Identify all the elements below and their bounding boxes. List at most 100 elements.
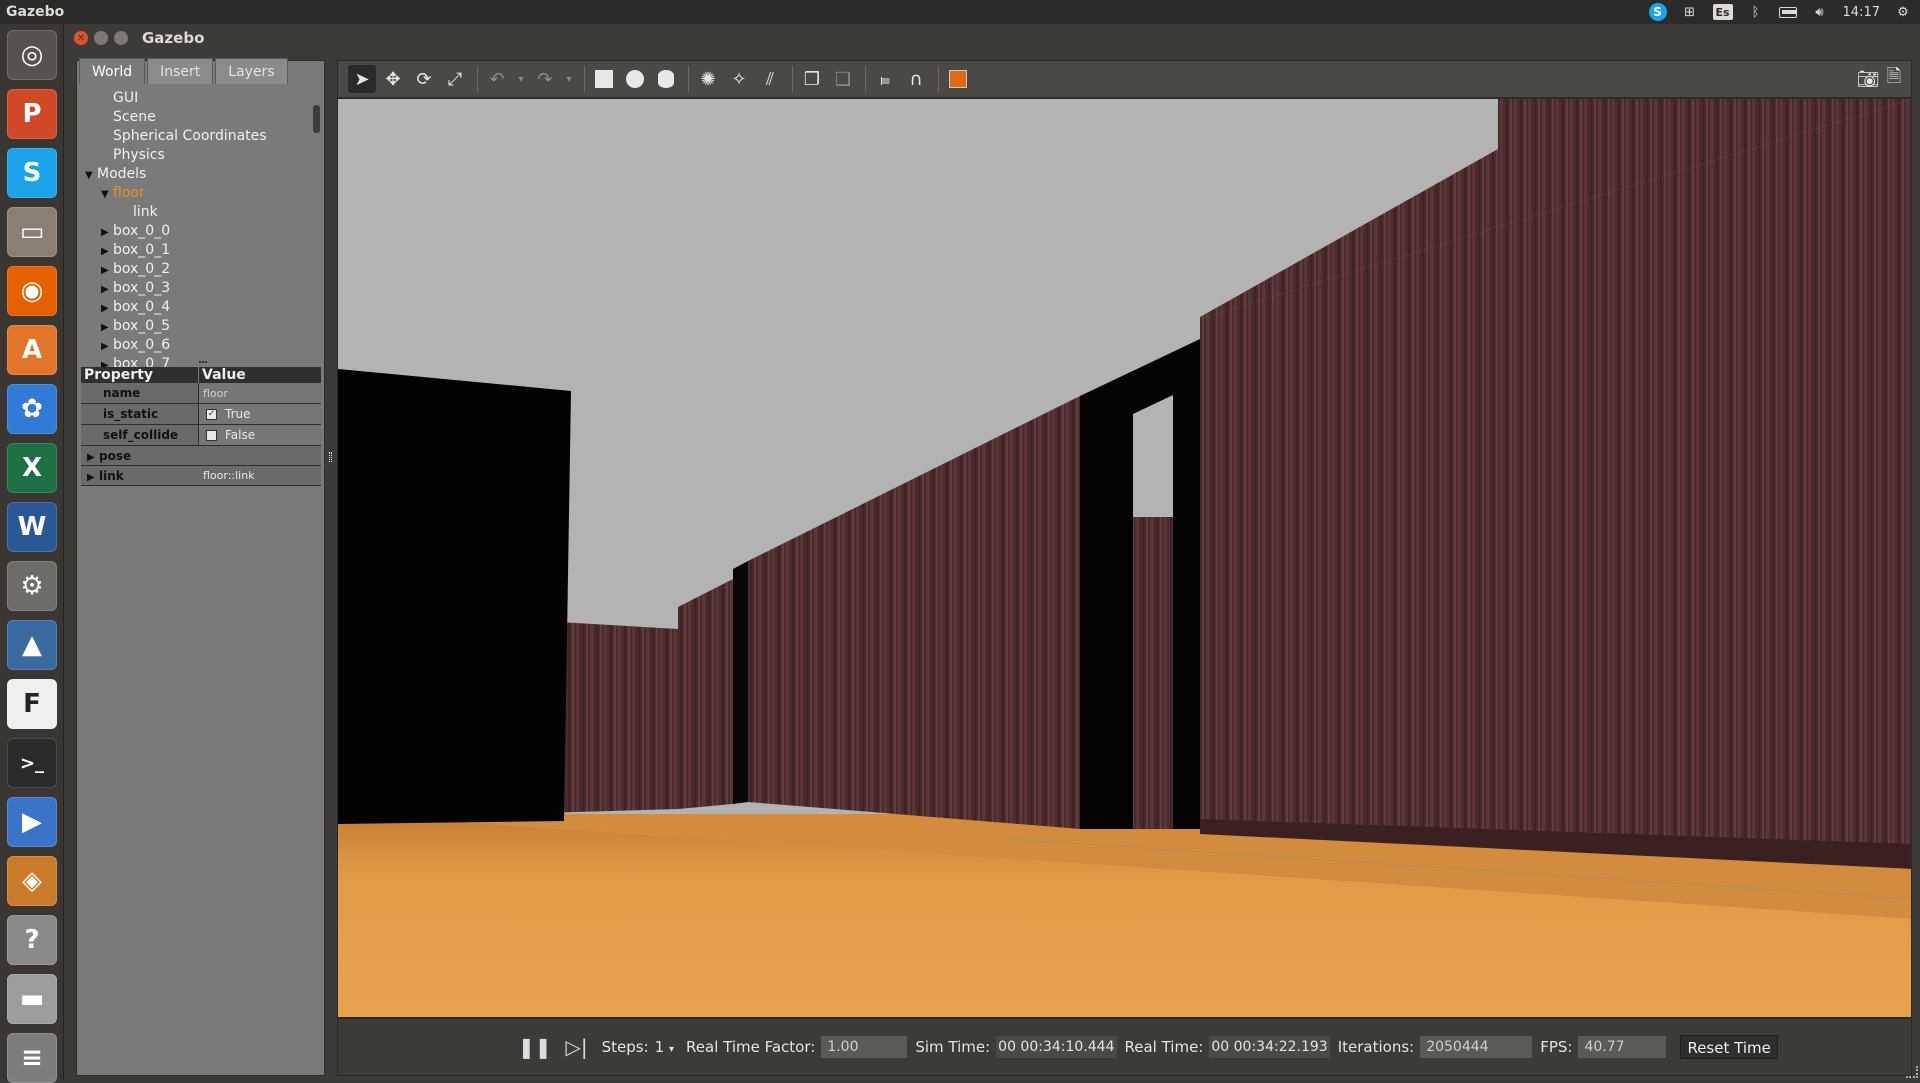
scale-icon[interactable]: ⤢ (441, 65, 469, 93)
property-key: name (81, 383, 199, 403)
launcher-software-center-icon[interactable]: A (7, 325, 57, 375)
chevron-right-icon[interactable]: ▶ (101, 242, 113, 261)
chevron-right-icon[interactable]: ▶ (101, 337, 113, 356)
rotate-icon[interactable]: ⟳ (410, 65, 438, 93)
undo-icon[interactable]: ↶ (483, 65, 511, 93)
tree-props-splitter[interactable] (199, 361, 207, 365)
reset-time-button[interactable]: Reset Time (1680, 1035, 1778, 1059)
left-splitter-handle[interactable] (329, 452, 332, 462)
chevron-right-icon[interactable]: ▶ (101, 280, 113, 299)
tree-item[interactable]: ▼ floor (81, 184, 321, 203)
paste-icon[interactable]: ❑ (829, 65, 857, 93)
chevron-down-icon[interactable]: ▼ (85, 166, 97, 185)
scene-render[interactable] (338, 99, 1912, 1018)
scene-panel: ➤ ✥ ⟳ ⤢ ↶ ▾ ↷ ▾ ✺ ✧ ⫽ ❐ ❑ ⫢ ∩ 📷︎ 🗎 ❚❚ ▷|… (337, 60, 1912, 1076)
resize-grip-icon[interactable] (1906, 1066, 1918, 1078)
clock[interactable]: 14:17 (1843, 5, 1880, 20)
launcher-system-settings-icon[interactable]: ⚙ (7, 561, 57, 611)
tab-insert[interactable]: Insert (147, 58, 214, 84)
volume-icon[interactable]: 🔊︎ (1811, 4, 1829, 20)
tab-layers[interactable]: Layers (215, 58, 288, 84)
tree-item[interactable]: ▶ box_0_5 (81, 317, 321, 336)
tree-item[interactable]: ▶ box_0_4 (81, 298, 321, 317)
tree-item[interactable]: ▶ box_0_3 (81, 279, 321, 298)
tree-item-label: box_0_5 (113, 318, 171, 334)
launcher-excel-icon[interactable]: X (7, 443, 57, 493)
log-icon[interactable]: 🗎 (1880, 65, 1908, 93)
3d-viewport[interactable] (337, 98, 1912, 1018)
launcher-word-icon[interactable]: W (7, 502, 57, 552)
chevron-right-icon[interactable]: ▶ (101, 223, 113, 242)
launcher-picasa-icon[interactable]: ✿ (7, 384, 57, 434)
snap-icon[interactable]: ∩ (902, 65, 930, 93)
maximize-window-button[interactable] (114, 31, 128, 45)
copy-icon[interactable]: ❐ (798, 65, 826, 93)
chevron-down-icon[interactable]: ▼ (101, 185, 113, 204)
tree-item[interactable]: ▼ Models (81, 165, 321, 184)
undo-history-chevron-down-icon[interactable]: ▾ (514, 65, 528, 93)
minimize-window-button[interactable] (94, 31, 108, 45)
launcher-ubuntu-dash-icon[interactable]: ◎ (7, 30, 57, 80)
sphere-icon[interactable] (621, 65, 649, 93)
battery-icon[interactable] (1778, 4, 1797, 20)
launcher-help-icon[interactable]: ? (7, 915, 57, 965)
chevron-right-icon[interactable]: ▶ (101, 261, 113, 280)
tree-item[interactable]: GUI (81, 89, 321, 108)
tree-item[interactable]: Scene (81, 108, 321, 127)
point-light-icon[interactable]: ✺ (694, 65, 722, 93)
tree-item-label: floor (113, 185, 145, 201)
launcher-trash-icon[interactable]: ≡ (7, 1033, 57, 1083)
property-table-header: Property Value (81, 367, 321, 383)
directional-light-icon[interactable]: ⫽ (756, 65, 784, 93)
tab-world[interactable]: World (79, 58, 146, 84)
tree-scrollbar[interactable] (313, 105, 320, 133)
keyboard-layout-indicator[interactable]: Es (1712, 4, 1733, 20)
pause-icon[interactable]: ❚❚ (518, 1035, 552, 1059)
translate-icon[interactable]: ✥ (379, 65, 407, 93)
redo-icon[interactable]: ↷ (531, 65, 559, 93)
select-icon[interactable]: ➤ (348, 65, 376, 93)
property-group-pose[interactable]: ▶ pose (81, 446, 321, 466)
window-titlebar[interactable]: ✕ Gazebo (64, 24, 1920, 52)
screenshot-icon[interactable]: 📷︎ (1854, 65, 1882, 93)
gear-icon[interactable]: ⚙ (1894, 4, 1912, 20)
tree-item[interactable]: ▶ box_0_0 (81, 222, 321, 241)
tree-item[interactable]: ▶ box_0_6 (81, 336, 321, 355)
launcher-drive-icon[interactable]: ▬ (7, 974, 57, 1024)
launcher-fluid-ed-icon[interactable]: F (7, 679, 57, 729)
cylinder-icon[interactable] (652, 65, 680, 93)
iterations-value: 2050444 (1420, 1036, 1533, 1058)
tree-item[interactable]: link (81, 203, 321, 222)
tree-item[interactable]: ▶ box_0_2 (81, 260, 321, 279)
launcher-gazebo-icon[interactable]: ◈ (7, 856, 57, 906)
workspaces-icon[interactable]: ⊞ (1681, 4, 1699, 20)
self-collide-checkbox[interactable] (206, 430, 217, 441)
is-static-checkbox[interactable]: ✓ (206, 409, 217, 420)
status-bar: ❚❚ ▷| Steps: 1 ▾ Real Time Factor: 1.00 … (337, 1018, 1912, 1076)
chevron-right-icon[interactable]: ▶ (101, 318, 113, 337)
redo-history-chevron-down-icon[interactable]: ▾ (562, 65, 576, 93)
launcher-media-player-icon[interactable]: ▶ (7, 797, 57, 847)
step-forward-icon[interactable]: ▷| (566, 1035, 588, 1059)
box-icon[interactable] (590, 65, 618, 93)
chevron-right-icon[interactable]: ▶ (101, 299, 113, 318)
spot-light-icon[interactable]: ✧ (725, 65, 753, 93)
property-key: link (99, 469, 124, 483)
bluetooth-icon[interactable]: ᛒ (1747, 4, 1765, 20)
launcher-skype-icon[interactable]: S (7, 148, 57, 198)
launcher-matlab-icon[interactable]: ▲ (7, 620, 57, 670)
launcher-firefox-icon[interactable]: ◉ (7, 266, 57, 316)
close-window-button[interactable]: ✕ (74, 31, 88, 45)
launcher-terminal-icon[interactable]: >_ (7, 738, 57, 788)
steps-spinner[interactable]: 1 ▾ (655, 1038, 674, 1056)
doorway-opening (1133, 395, 1173, 517)
launcher-powerpoint-icon[interactable]: P (7, 89, 57, 139)
property-group-link[interactable]: ▶ link floor::link (81, 466, 321, 486)
tree-item[interactable]: ▶ box_0_1 (81, 241, 321, 260)
launcher-files-icon[interactable]: ▭ (7, 207, 57, 257)
tree-item[interactable]: Physics (81, 146, 321, 165)
tree-item[interactable]: Spherical Coordinates (81, 127, 321, 146)
view-angle-icon[interactable] (944, 65, 972, 93)
align-icon[interactable]: ⫢ (871, 65, 899, 93)
skype-tray-icon[interactable]: S (1648, 3, 1667, 21)
